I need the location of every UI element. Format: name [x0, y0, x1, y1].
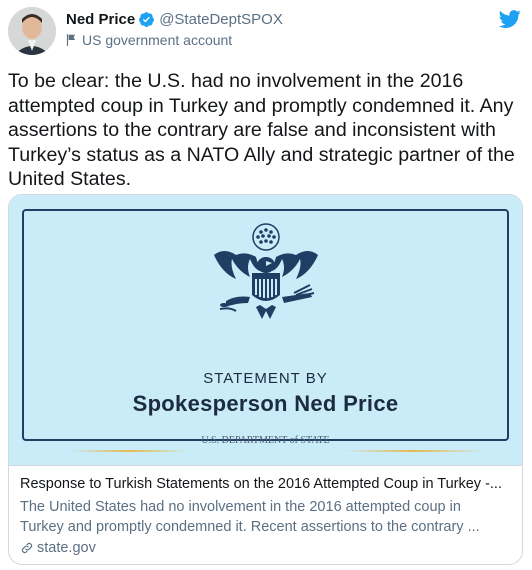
tweet-text: To be clear: the U.S. had no involvement…	[8, 70, 515, 190]
tweet-header: Ned Price @StateDeptSPOX US government a…	[0, 0, 532, 62]
avatar[interactable]	[8, 7, 56, 55]
card-description-line: The United States had no involvement in …	[20, 499, 461, 515]
card-info[interactable]: Response to Turkish Statements on the 20…	[9, 465, 522, 564]
speaker-title: Spokesperson Ned Price	[132, 391, 399, 416]
twitter-bird-icon[interactable]	[499, 8, 521, 30]
account-label[interactable]: US government account	[82, 32, 232, 48]
eagle-seal-icon	[214, 223, 318, 319]
author-handle[interactable]: @StateDeptSPOX	[159, 11, 283, 28]
link-card[interactable]: STATEMENT BY Spokesperson Ned Price U.S.…	[8, 194, 523, 565]
author-row: Ned Price @StateDeptSPOX	[66, 11, 283, 28]
card-description: The United States had no involvement in …	[20, 497, 515, 537]
gold-divider	[344, 450, 484, 452]
account-label-row: US government account	[64, 32, 232, 48]
card-image[interactable]: STATEMENT BY Spokesperson Ned Price U.S.…	[9, 195, 522, 465]
government-flag-icon	[66, 34, 76, 46]
link-icon	[21, 542, 33, 554]
gold-divider	[69, 450, 189, 452]
department-label: U.S. DEPARTMENT of STATE	[201, 435, 330, 446]
card-title[interactable]: Response to Turkish Statements on the 20…	[20, 476, 515, 492]
author-name[interactable]: Ned Price	[66, 11, 135, 28]
verified-badge-icon	[139, 12, 155, 27]
statement-by-label: STATEMENT BY	[203, 370, 328, 387]
card-domain[interactable]: state.gov	[20, 540, 96, 556]
card-domain-text[interactable]: state.gov	[37, 540, 96, 556]
card-description-line: Turkey and promptly condemned it. Recent…	[20, 519, 480, 535]
